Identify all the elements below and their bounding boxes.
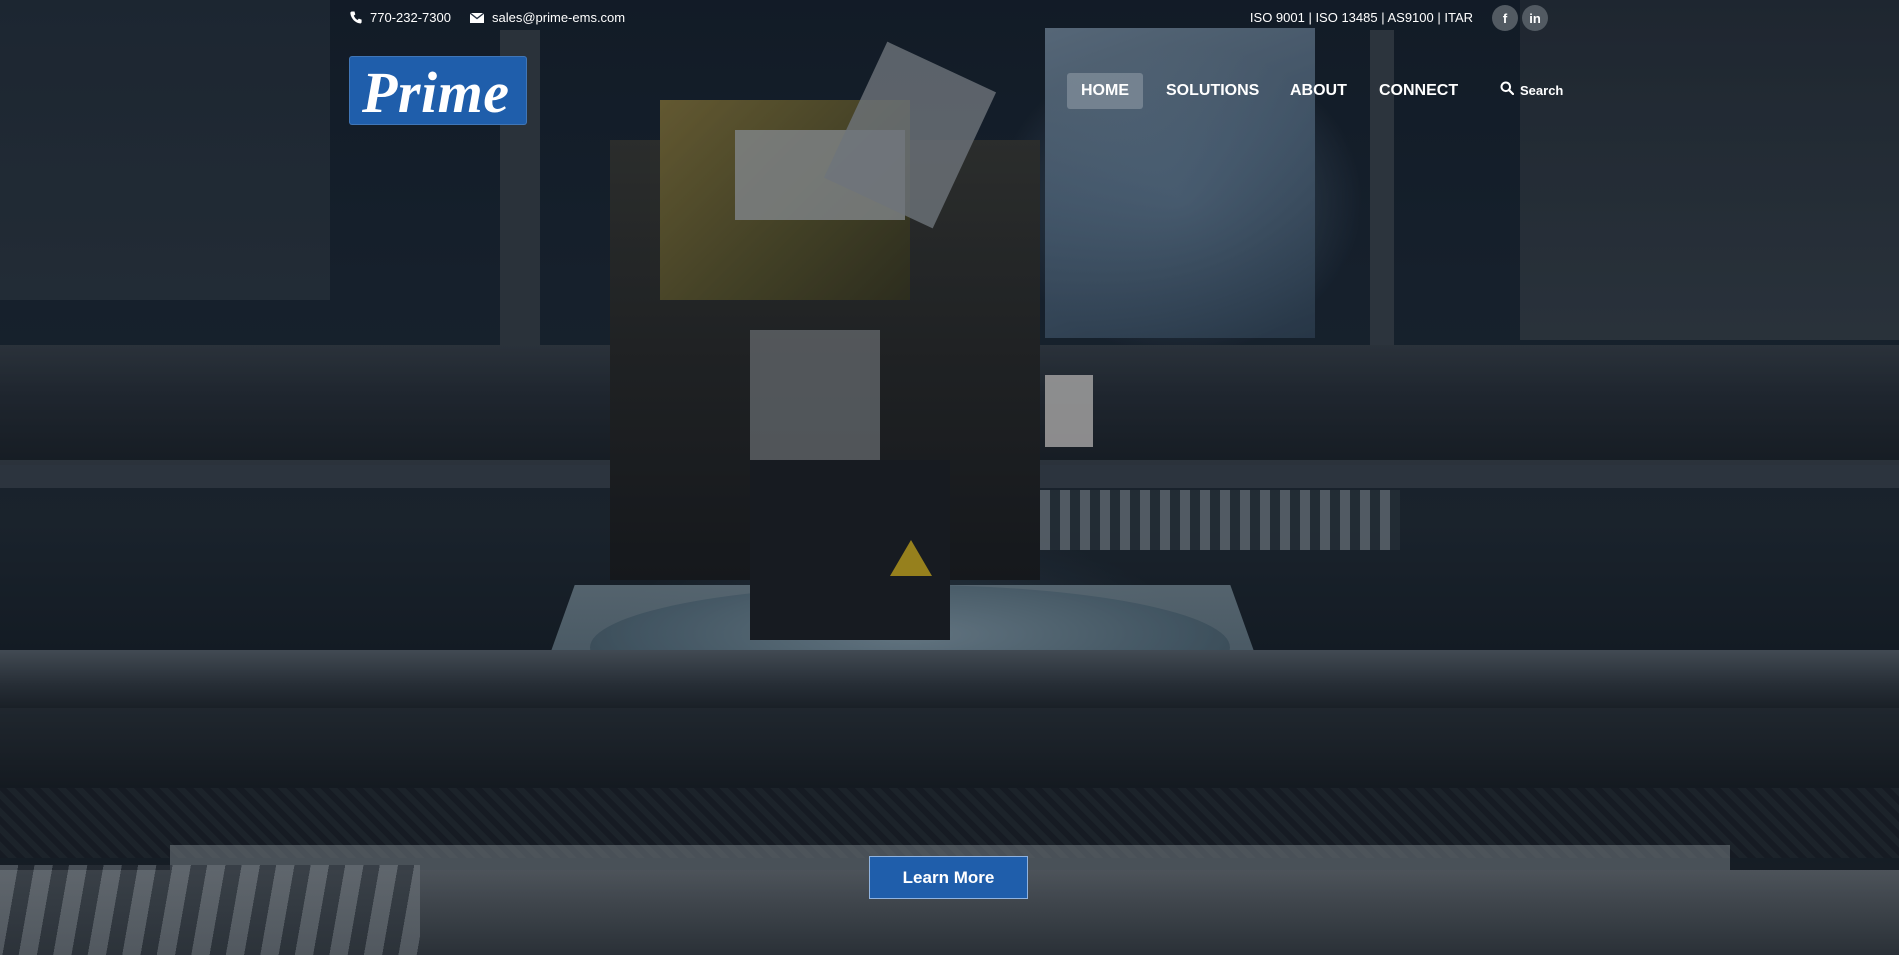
nav-item-about[interactable]: ABOUT	[1276, 73, 1361, 109]
search-button[interactable]: Search	[1486, 73, 1577, 109]
learn-more-button[interactable]: Learn More	[869, 856, 1028, 899]
hero-background-image	[0, 0, 1899, 955]
top-bar: 770-232-7300 sales@prime-ems.com ISO 900…	[0, 0, 1899, 36]
search-label: Search	[1520, 83, 1564, 98]
search-icon	[1500, 73, 1515, 109]
phone-number: 770-232-7300	[370, 10, 451, 25]
email-contact[interactable]: sales@prime-ems.com	[470, 10, 625, 25]
linkedin-icon[interactable]: in	[1522, 5, 1548, 31]
envelope-icon	[470, 12, 484, 23]
nav-item-connect[interactable]: CONNECT	[1365, 73, 1472, 109]
facebook-icon[interactable]: f	[1492, 5, 1518, 31]
phone-icon	[350, 11, 362, 24]
nav-item-solutions[interactable]: SOLUTIONS	[1152, 73, 1273, 109]
logo-text: Prime	[362, 60, 510, 125]
phone-contact[interactable]: 770-232-7300	[350, 10, 451, 25]
prime-logo[interactable]: Prime	[349, 56, 527, 125]
email-address: sales@prime-ems.com	[492, 10, 626, 25]
nav-item-home[interactable]: HOME	[1067, 73, 1143, 109]
certifications-text: ISO 9001 | ISO 13485 | AS9100 | ITAR	[1249, 10, 1473, 25]
